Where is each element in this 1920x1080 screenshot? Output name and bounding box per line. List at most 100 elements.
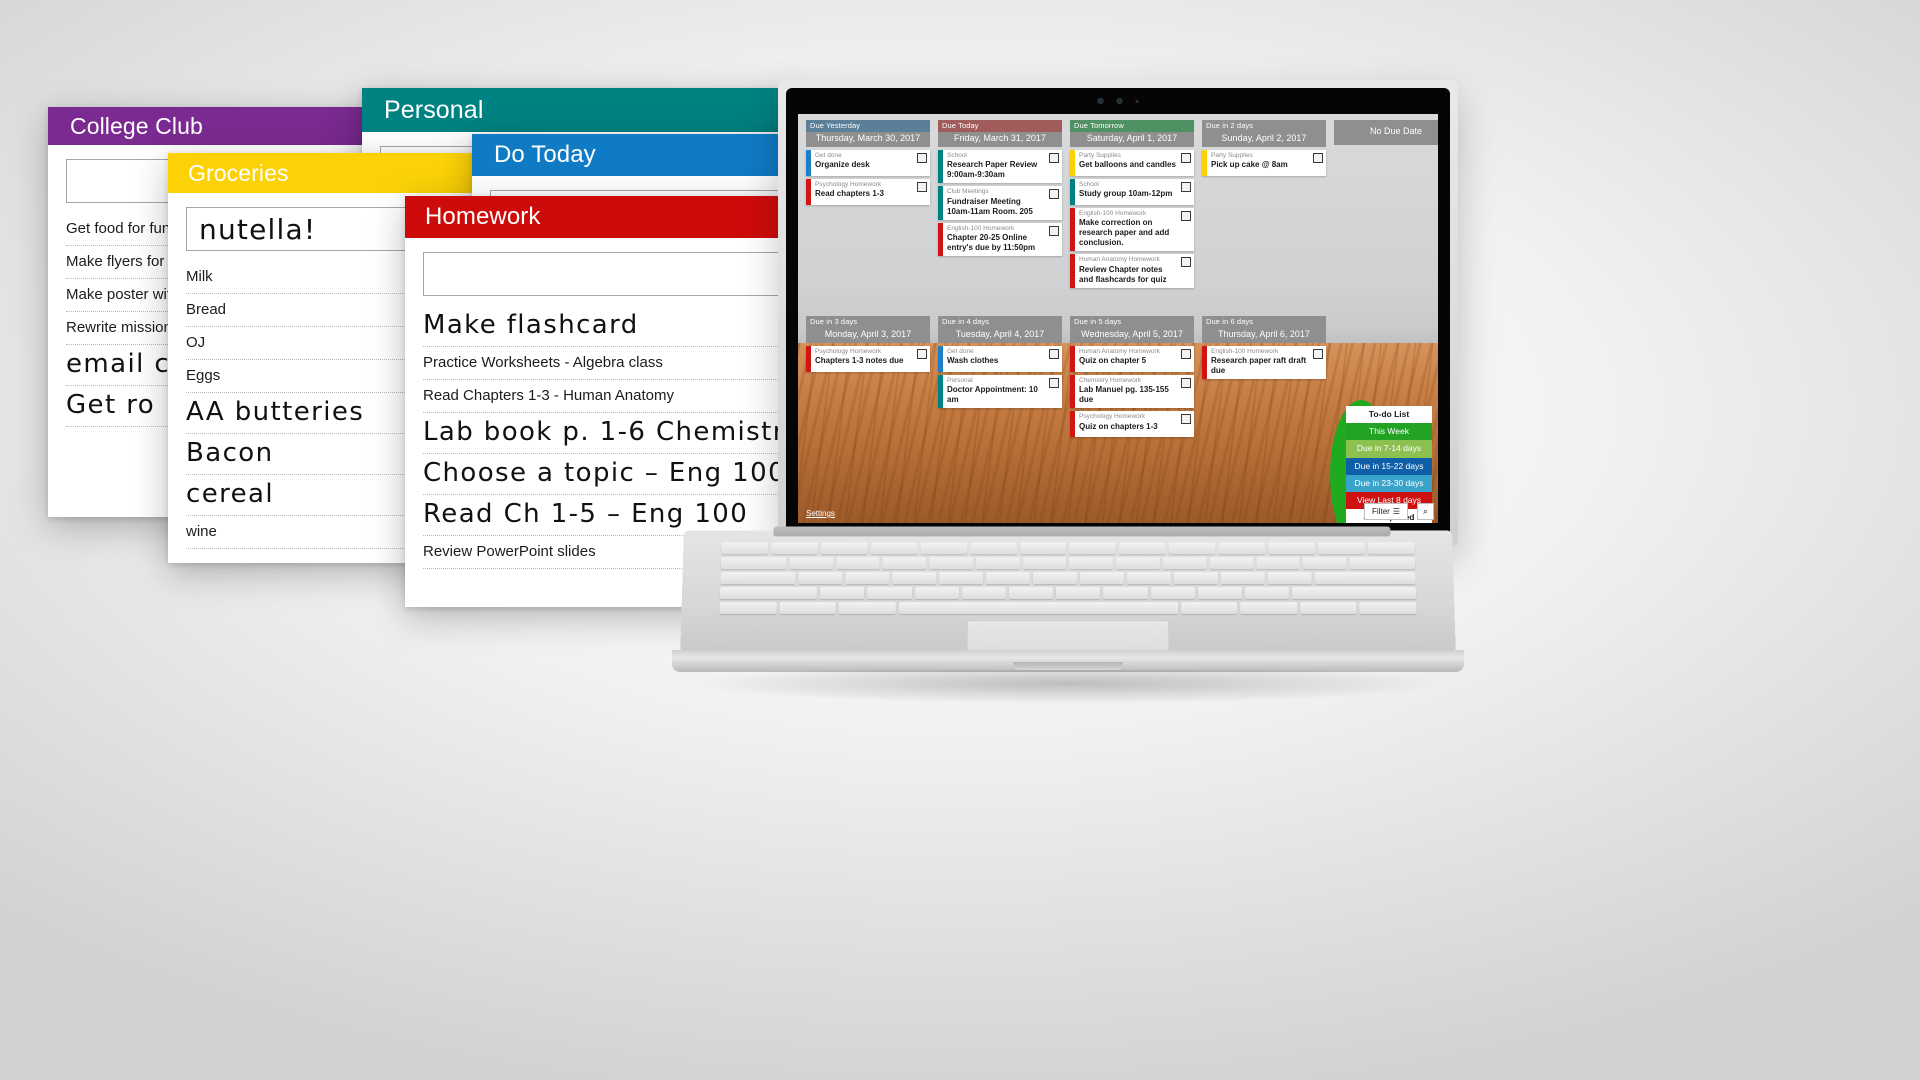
keyboard-key[interactable] bbox=[1126, 572, 1171, 585]
keyboard-key[interactable] bbox=[898, 601, 1178, 614]
board-column[interactable]: Due in 4 days Tuesday, April 4, 2017 Get d… bbox=[938, 316, 1062, 411]
fan-menu-item[interactable]: Due in 23-30 days bbox=[1346, 474, 1432, 492]
keyboard[interactable] bbox=[719, 542, 1417, 614]
fan-menu-item[interactable]: Due in 15-22 days bbox=[1346, 457, 1432, 475]
task-checkbox[interactable] bbox=[917, 349, 927, 360]
keyboard-key[interactable] bbox=[882, 557, 927, 570]
task-card[interactable]: School Research Paper Review 9:00am-9:30a… bbox=[938, 150, 1062, 184]
task-card[interactable]: Party Supplies Get balloons and candles bbox=[1070, 150, 1194, 177]
keyboard-key[interactable] bbox=[1209, 557, 1254, 570]
task-checkbox[interactable] bbox=[1181, 414, 1191, 425]
task-card[interactable]: Chemistry Homework Lab Manuel pg. 135-155… bbox=[1070, 375, 1194, 409]
task-checkbox[interactable] bbox=[1181, 378, 1191, 389]
task-checkbox[interactable] bbox=[1049, 189, 1059, 200]
board-column[interactable]: Due Tomorrow Saturday, April 1, 2017 Party… bbox=[1070, 120, 1194, 291]
keyboard-key[interactable] bbox=[1032, 572, 1077, 585]
keyboard-key[interactable] bbox=[779, 601, 837, 614]
task-checkbox[interactable] bbox=[1313, 153, 1323, 164]
keyboard-key[interactable] bbox=[1299, 601, 1357, 614]
keyboard-key[interactable] bbox=[820, 587, 865, 599]
board-column[interactable]: No Due Date bbox=[1334, 120, 1438, 148]
keyboard-key[interactable] bbox=[1349, 557, 1416, 570]
keyboard-key[interactable] bbox=[867, 587, 912, 599]
keyboard-key[interactable] bbox=[1019, 542, 1067, 555]
keyboard-key[interactable] bbox=[1180, 601, 1238, 614]
task-checkbox[interactable] bbox=[1181, 257, 1191, 268]
keyboard-key[interactable] bbox=[961, 587, 1007, 599]
keyboard-key[interactable] bbox=[1079, 572, 1124, 585]
keyboard-key[interactable] bbox=[976, 557, 1020, 570]
keyboard-key[interactable] bbox=[1367, 542, 1415, 555]
task-checkbox[interactable] bbox=[1181, 211, 1191, 222]
board-column[interactable]: Due in 2 days Sunday, April 2, 2017 Party … bbox=[1202, 120, 1326, 179]
keyboard-key[interactable] bbox=[969, 542, 1017, 555]
task-card[interactable]: Human Anatomy Homework Quiz on chapter 5 bbox=[1070, 346, 1194, 373]
keyboard-key[interactable] bbox=[985, 572, 1030, 585]
keyboard-key[interactable] bbox=[1069, 557, 1114, 570]
board-column[interactable]: Due Yesterday Thursday, March 30, 2017 Get… bbox=[806, 120, 930, 208]
keyboard-key[interactable] bbox=[920, 542, 968, 555]
task-checkbox[interactable] bbox=[1181, 349, 1191, 360]
task-card[interactable]: Get done Wash clothes bbox=[938, 346, 1062, 373]
board-column[interactable]: Due in 3 days Monday, April 3, 2017 Psycho… bbox=[806, 316, 930, 375]
task-checkbox[interactable] bbox=[1049, 225, 1059, 236]
keyboard-key[interactable] bbox=[891, 572, 937, 585]
keyboard-key[interactable] bbox=[1009, 587, 1054, 599]
task-checkbox[interactable] bbox=[1313, 349, 1323, 360]
keyboard-key[interactable] bbox=[838, 601, 896, 614]
search-button[interactable]: ⌕ bbox=[1416, 503, 1434, 520]
task-card[interactable]: Psychology Homework Chapters 1-3 notes du… bbox=[806, 346, 930, 373]
keyboard-key[interactable] bbox=[1302, 557, 1347, 570]
keyboard-key[interactable] bbox=[914, 587, 959, 599]
task-checkbox[interactable] bbox=[1049, 153, 1059, 164]
keyboard-key[interactable] bbox=[1069, 542, 1117, 555]
keyboard-key[interactable] bbox=[1173, 572, 1218, 585]
keyboard-key[interactable] bbox=[719, 601, 777, 614]
keyboard-key[interactable] bbox=[798, 572, 843, 585]
keyboard-key[interactable] bbox=[1240, 601, 1298, 614]
task-card[interactable]: Human Anatomy Homework Review Chapter not… bbox=[1070, 254, 1194, 288]
keyboard-key[interactable] bbox=[1359, 601, 1417, 614]
keyboard-key[interactable] bbox=[720, 572, 796, 585]
keyboard-key[interactable] bbox=[1314, 572, 1416, 585]
task-checkbox[interactable] bbox=[1049, 349, 1059, 360]
keyboard-key[interactable] bbox=[1119, 542, 1166, 555]
task-checkbox[interactable] bbox=[1181, 153, 1191, 164]
task-card[interactable]: Get done Organize desk bbox=[806, 150, 930, 177]
task-card[interactable]: Psychology Homework Read chapters 1-3 bbox=[806, 179, 930, 206]
keyboard-key[interactable] bbox=[844, 572, 890, 585]
keyboard-key[interactable] bbox=[1056, 587, 1101, 599]
task-card[interactable]: Club Meetings Fundraiser Meeting 10am-11a… bbox=[938, 186, 1062, 220]
keyboard-key[interactable] bbox=[1103, 587, 1148, 599]
settings-link[interactable]: Settings bbox=[806, 509, 835, 518]
task-card[interactable]: Personal Doctor Appointment: 10 am bbox=[938, 375, 1062, 409]
keyboard-key[interactable] bbox=[1168, 542, 1216, 555]
board-column[interactable]: Due in 6 days Thursday, April 6, 2017 Engl… bbox=[1202, 316, 1326, 382]
keyboard-key[interactable] bbox=[1267, 572, 1312, 585]
keyboard-key[interactable] bbox=[835, 557, 880, 570]
task-card[interactable]: English-100 Homework Research paper raft … bbox=[1202, 346, 1326, 380]
task-checkbox[interactable] bbox=[1181, 182, 1191, 193]
keyboard-key[interactable] bbox=[1022, 557, 1067, 570]
task-card[interactable]: English-100 Homework Chapter 20-25 Online… bbox=[938, 222, 1062, 257]
keyboard-key[interactable] bbox=[1162, 557, 1207, 570]
keyboard-key[interactable] bbox=[929, 557, 974, 570]
keyboard-key[interactable] bbox=[1116, 557, 1160, 570]
keyboard-key[interactable] bbox=[1292, 587, 1417, 599]
keyboard-key[interactable] bbox=[1197, 587, 1243, 599]
task-checkbox[interactable] bbox=[1049, 378, 1059, 389]
keyboard-key[interactable] bbox=[770, 542, 818, 555]
keyboard-key[interactable] bbox=[720, 557, 787, 570]
fan-menu-item[interactable]: This Week bbox=[1346, 423, 1432, 441]
keyboard-key[interactable] bbox=[1244, 587, 1290, 599]
filter-button[interactable]: Filter ☰ bbox=[1364, 503, 1408, 520]
task-card[interactable]: Party Supplies Pick up cake @ 8am bbox=[1202, 150, 1326, 177]
keyboard-key[interactable] bbox=[1218, 542, 1266, 555]
fan-menu-item[interactable]: To-do List bbox=[1346, 406, 1432, 424]
task-card[interactable]: School Study group 10am-12pm bbox=[1070, 179, 1194, 206]
task-checkbox[interactable] bbox=[917, 182, 927, 193]
board-column[interactable]: Due Today Friday, March 31, 2017 School Res… bbox=[938, 120, 1062, 259]
keyboard-key[interactable] bbox=[870, 542, 918, 555]
keyboard-key[interactable] bbox=[719, 587, 818, 599]
task-card[interactable]: Psychology Homework Quiz on chapters 1-3 bbox=[1070, 411, 1194, 438]
